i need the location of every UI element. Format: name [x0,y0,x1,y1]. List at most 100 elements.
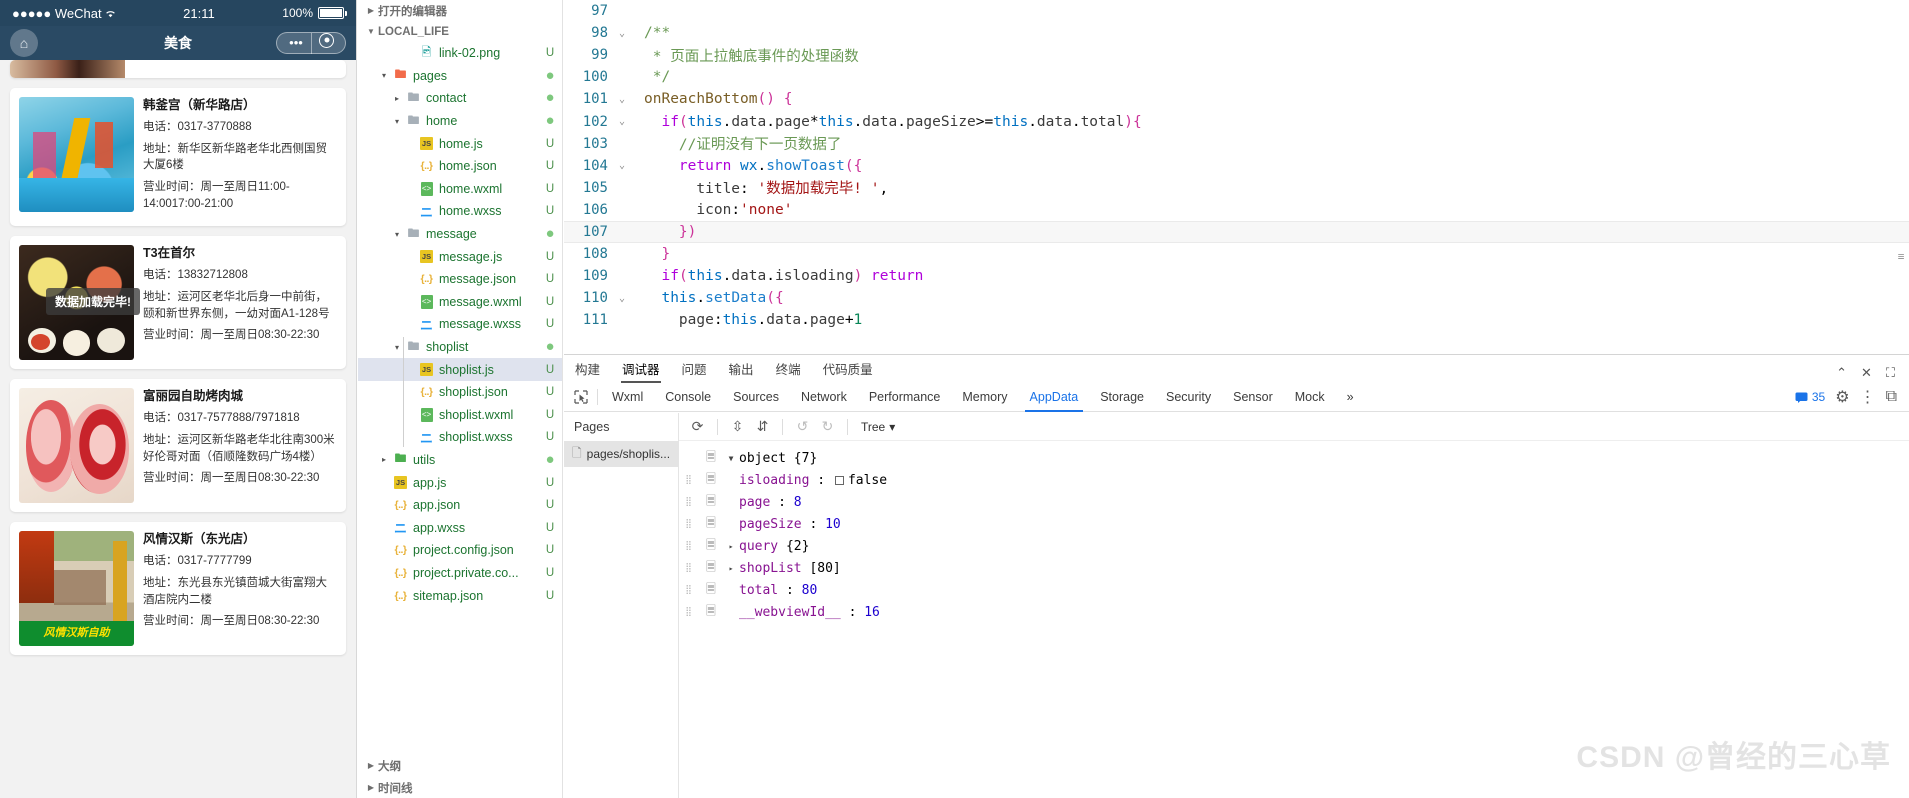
copy-icon[interactable]: 🗏 [699,492,723,513]
code-line[interactable]: 105 title: '数据加载完毕! ', [564,177,1909,199]
inspector-tab-performance[interactable]: Performance [858,383,952,411]
appdata-row[interactable]: ⣿ 🗏 ▸ query {2} [679,535,1909,557]
chevron-down-icon[interactable]: ▾ [390,117,404,126]
copy-icon[interactable]: 🗏 [699,470,723,491]
inspector-tabbar[interactable]: Wxml Console Sources Network Performance Memo… [564,383,1909,412]
fold-toggle-icon[interactable]: ⌄ [612,160,632,171]
kebab-menu-icon[interactable]: ⋮ [1860,387,1876,407]
copy-icon[interactable]: 🗏 [699,558,723,579]
appdata-row[interactable]: ⣿ 🗏 pageSize : 10 [679,513,1909,535]
tree-item-message[interactable]: ▾ 🖿 message ● [358,223,562,246]
code-line[interactable]: 106 icon:'none' [564,199,1909,221]
code-line[interactable]: 109 if(this.data.isloading) return [564,265,1909,287]
tree-item-app-json[interactable]: ▸{..}app.jsonU [358,494,562,517]
minimize-icon[interactable]: ⌃ [1836,365,1847,381]
chevron-right-icon[interactable]: ▸ [390,94,404,103]
list-item[interactable]: 韩釜宫（新华路店） 电话：0317-3770888 地址：新华区新华路老华北西侧… [10,88,346,227]
inspector-tab-sources[interactable]: Sources [722,383,790,411]
tree-item-contact[interactable]: ▸ 🖿 contact ● [358,87,562,110]
devtools-tab-问题[interactable]: 问题 [671,357,718,383]
inspector-tab-network[interactable]: Network [790,383,858,411]
code-line[interactable]: 100 */ [564,66,1909,88]
code-line[interactable]: 101 ⌄ onReachBottom() { [564,88,1909,110]
overflow-icon[interactable]: » [1336,383,1365,411]
section-local-life[interactable]: ▼ LOCAL_LIFE [358,21,562,42]
chevron-down-icon[interactable]: ▾ [377,71,391,80]
section-outline[interactable]: ▶ 大纲 [358,755,562,776]
inspector-tab-console[interactable]: Console [654,383,722,411]
shop-list[interactable]: 韩釜宫（新华路店） 电话：0317-3770888 地址：新华区新华路老华北西侧… [0,60,356,798]
code-line[interactable]: 98 ⌄ /** [564,22,1909,44]
inspector-tab-sensor[interactable]: Sensor [1222,383,1284,411]
pages-item[interactable]: 🗋 pages/shoplis... [564,441,678,467]
inspector-tab-memory[interactable]: Memory [951,383,1018,411]
code-lines[interactable]: 97 98 ⌄/** 99 * 页面上拉触底事件的处理函数 100 */101 ⌄ onRe… [564,0,1909,331]
devtools-tab-构建[interactable]: 构建 [564,357,611,383]
message-count-badge[interactable]: 35 [1795,390,1825,404]
dock-icon[interactable]: ⧉ [1886,388,1897,406]
copy-icon[interactable]: 🗏 [699,536,723,557]
collapse-all-icon[interactable]: ⇵ [754,418,771,435]
pages-sidebar[interactable]: Pages 🗋 pages/shoplis... [564,413,679,798]
element-picker-icon[interactable] [568,390,594,404]
chevron-right-icon[interactable]: ▸ [723,564,739,573]
fold-toggle-icon[interactable]: ⌄ [612,28,632,39]
devtools-tab-终端[interactable]: 终端 [765,357,812,383]
devtools-tab-代码质量[interactable]: 代码质量 [812,357,884,383]
code-line[interactable]: 111 page:this.data.page+1 [564,309,1909,331]
appdata-toolbar[interactable]: ⟳ ⇳ ⇵ ↺ ↻ Tree ▾ [679,413,1909,441]
appdata-row[interactable]: ⣿ 🗏 ▸ shopList [80] [679,557,1909,579]
file-explorer[interactable]: ▶ 打开的编辑器 ▼ LOCAL_LIFE ▸🖻link-02.pngU▾🖿pa… [358,0,563,798]
close-icon[interactable]: ✕ [1861,365,1872,381]
fold-toggle-icon[interactable]: ⌄ [612,116,632,127]
inspector-tab-wxml[interactable]: Wxml [601,383,654,411]
list-item[interactable]: 风情汉斯自助 风情汉斯（东光店） 电话：0317-7777799 地址：东光县东… [10,522,346,656]
drag-handle-icon[interactable]: ⣿ [679,475,699,485]
chevron-down-icon[interactable]: ▾ [390,343,404,352]
list-item[interactable] [10,60,346,78]
fold-toggle-icon[interactable]: ⌄ [612,94,632,105]
tree-item-shoplist-wxml[interactable]: ▸<>shoplist.wxmlU [358,404,562,427]
copy-icon[interactable]: 🗏 [699,514,723,535]
tree-item-utils[interactable]: ▸ 🖿 utils ● [358,449,562,472]
drag-handle-icon[interactable]: ⣿ [679,607,699,617]
tree-item-pages[interactable]: ▾ 🖿 pages ● [358,65,562,88]
appdata-rows[interactable]: ⣿ 🗏 isloading : false ⣿ 🗏 page : 8 ⣿ 🗏 pageSize … [679,469,1909,623]
code-line[interactable]: 108 } [564,243,1909,265]
appdata-tree[interactable]: 🗏 ▼ object {7} ⣿ 🗏 isloading : false ⣿ 🗏 page… [679,441,1909,623]
copy-icon[interactable]: 🗏 [699,602,723,623]
inspector-tabs[interactable]: Wxml Console Sources Network Performance Memo… [601,383,1336,412]
drag-handle-icon[interactable]: ⣿ [679,563,699,573]
devtools-tab-输出[interactable]: 输出 [718,357,765,383]
devtools-tabbar[interactable]: 构建 调试器 问题 输出 终端 代码质量 ⌃ ✕ ⛶ [564,355,1909,383]
chevron-right-icon[interactable]: ▸ [723,542,739,551]
code-editor[interactable]: 97 98 ⌄/** 99 * 页面上拉触底事件的处理函数 100 */101 ⌄ onRe… [564,0,1909,354]
copy-icon[interactable]: 🗏 [699,448,723,469]
devtools-window-buttons[interactable]: ⌃ ✕ ⛶ [1836,365,1909,383]
code-line[interactable]: 107 }) [564,220,1909,244]
tree-item-sitemap-json[interactable]: ▸{..}sitemap.jsonU [358,584,562,607]
drag-handle-icon[interactable]: ⣿ [679,585,699,595]
code-line[interactable]: 104 ⌄ return wx.showToast({ [564,155,1909,177]
view-mode-select[interactable]: Tree ▾ [861,420,895,434]
tree-item-project-private-co-[interactable]: ▸{..}project.private.co...U [358,562,562,585]
devtools-tabs[interactable]: 构建 调试器 问题 输出 终端 代码质量 [564,357,884,383]
file-tree[interactable]: ▸🖻link-02.pngU▾🖿pages●▸🖿contact●▾🖿home●▸… [358,42,562,607]
code-line[interactable]: 99 * 页面上拉触底事件的处理函数 [564,44,1909,66]
appdata-row[interactable]: ⣿ 🗏 isloading : false [679,469,1909,491]
redo-icon[interactable]: ↻ [819,418,836,435]
tree-item-message-wxml[interactable]: ▸<>message.wxmlU [358,291,562,314]
tree-item-shoplist[interactable]: ▾ 🖿 shoplist ● [358,336,562,359]
inspector-tab-security[interactable]: Security [1155,383,1222,411]
tree-item-project-config-json[interactable]: ▸{..}project.config.jsonU [358,539,562,562]
copy-icon[interactable]: 🗏 [699,580,723,601]
appdata-row[interactable]: ⣿ 🗏 total : 80 [679,579,1909,601]
tree-item-home-wxml[interactable]: ▸<>home.wxmlU [358,178,562,201]
tree-item-home[interactable]: ▾ 🖿 home ● [358,110,562,133]
target-icon[interactable] [311,32,341,54]
chevron-down-icon[interactable]: ▾ [390,230,404,239]
tree-item-app-js[interactable]: ▸JSapp.jsU [358,471,562,494]
inspector-tab-mock[interactable]: Mock [1284,383,1336,411]
inspector-right-tools[interactable]: 35 ⚙ ⋮ ⧉ [1795,387,1909,407]
fold-toggle-icon[interactable]: ⌄ [612,293,632,304]
